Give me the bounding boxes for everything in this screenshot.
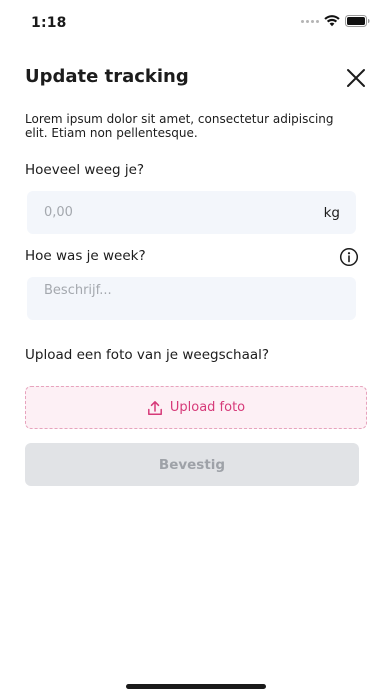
info-button[interactable] [338,246,360,268]
battery-icon [345,15,370,27]
weight-field[interactable]: kg [27,191,356,234]
upload-icon [147,400,162,415]
close-button[interactable] [344,66,368,90]
wifi-icon [324,15,340,27]
status-bar: 1:18 [0,0,392,44]
status-time: 1:18 [31,15,67,31]
weight-label: Hoeveel weeg je? [25,162,145,178]
status-icons [301,15,370,27]
week-textarea[interactable] [27,277,356,320]
upload-photo-label: Upload foto [169,400,246,415]
weight-input[interactable] [27,191,314,234]
confirm-button[interactable]: Bevestig [25,443,359,486]
page-title: Update tracking [25,66,189,87]
description-text: Lorem ipsum dolor sit amet, consectetur … [25,112,334,140]
weight-unit: kg [323,205,340,221]
upload-label: Upload een foto van je weegschaal? [25,347,270,363]
signal-dots-icon [301,19,319,23]
week-label: Hoe was je week? [25,248,146,264]
week-field[interactable] [27,277,356,320]
close-icon[interactable] [344,66,368,90]
update-tracking-screen: 1:18 Update tracking Lorem ipsum dolor s… [0,0,392,696]
info-icon[interactable] [338,246,360,268]
upload-photo-button[interactable]: Upload foto [25,386,367,429]
home-indicator[interactable] [126,684,266,689]
